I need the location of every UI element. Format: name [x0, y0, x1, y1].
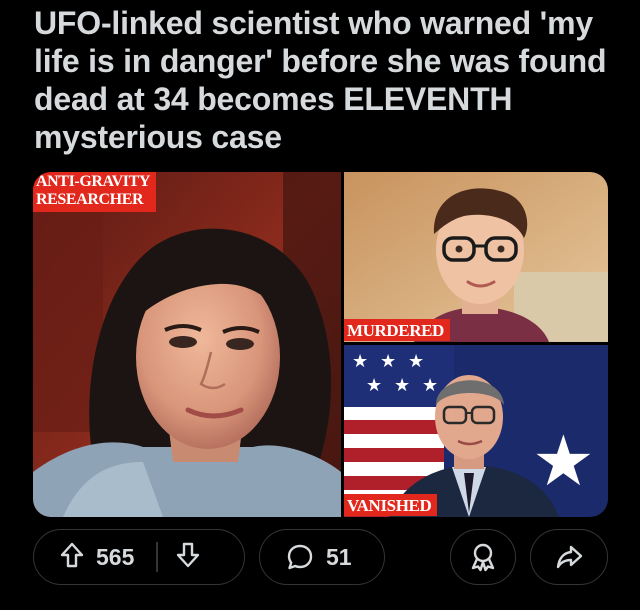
vanished-caption: VANISHED — [344, 494, 438, 516]
share-arrow-icon — [555, 544, 583, 570]
caption-line-1: ANTI-GRAVITY — [36, 173, 151, 190]
researcher-photo: ANTI-GRAVITY RESEARCHER — [33, 172, 341, 517]
murdered-man-photo: MURDERED — [344, 172, 608, 342]
svg-text:★: ★ — [380, 351, 396, 372]
svg-text:★: ★ — [408, 351, 424, 372]
svg-text:★: ★ — [352, 351, 368, 372]
upvote-button[interactable] — [60, 542, 84, 573]
post-headline[interactable]: UFO-linked scientist who warned 'my life… — [34, 4, 624, 156]
vote-control: 565 — [33, 529, 245, 585]
vanished-officer-photo: ★ ★ ★ ★ ★ ★ ★ VANISHED — [344, 345, 608, 517]
vote-divider — [156, 542, 158, 572]
share-button[interactable] — [530, 529, 608, 585]
svg-text:★: ★ — [394, 375, 410, 396]
arrow-up-icon — [60, 542, 84, 573]
svg-text:★: ★ — [532, 420, 595, 502]
man-glasses-portrait-image — [344, 172, 608, 342]
downvote-button[interactable] — [176, 542, 200, 573]
award-button[interactable] — [450, 529, 516, 585]
researcher-caption: ANTI-GRAVITY RESEARCHER — [33, 172, 157, 212]
arrow-down-icon — [176, 542, 200, 573]
post-image-collage[interactable]: ANTI-GRAVITY RESEARCHER MURDERED ★ ★ ★ ★… — [33, 172, 608, 517]
comments-button[interactable]: 51 — [259, 529, 385, 585]
post-action-bar: 565 51 — [33, 529, 608, 587]
officer-portrait-image: ★ ★ ★ ★ ★ ★ ★ — [344, 345, 608, 517]
award-ribbon-icon — [469, 542, 497, 572]
murdered-caption: MURDERED — [344, 319, 450, 341]
upvote-count: 565 — [96, 543, 135, 570]
comment-count: 51 — [326, 543, 352, 570]
svg-text:★: ★ — [366, 375, 382, 396]
researcher-portrait-image — [33, 172, 341, 517]
speech-bubble-icon — [286, 543, 314, 571]
caption-line-2: RESEARCHER — [36, 191, 144, 208]
svg-text:★: ★ — [422, 375, 438, 396]
